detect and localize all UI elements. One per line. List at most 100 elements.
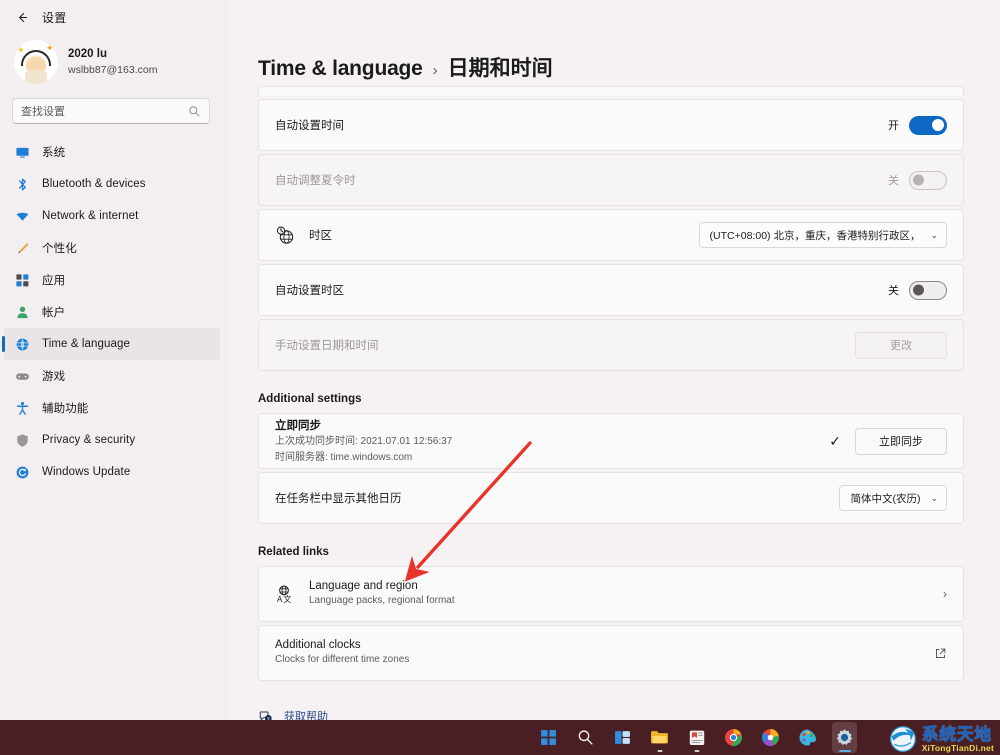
folder-icon (650, 728, 669, 747)
taskbar: 系统天地 XiTongTianDi.net (0, 720, 1000, 755)
notes-app-button[interactable] (684, 722, 709, 753)
setting-row-sync-now[interactable]: 立即同步 上次成功同步时间: 2021.07.01 12:56:37 时间服务器… (258, 413, 964, 469)
chevron-right-icon: › (943, 587, 947, 601)
row-title: 立即同步 (275, 417, 829, 433)
clock-globe-icon (14, 336, 30, 352)
sidebar-item-label: 应用 (42, 272, 65, 288)
sparkle-icon: ✦ (46, 44, 54, 53)
update-icon (14, 464, 30, 480)
apps-icon (14, 272, 30, 288)
last-sync-time: 上次成功同步时间: 2021.07.01 12:56:37 (275, 435, 829, 450)
sidebar-item-windows-update[interactable]: Windows Update (4, 456, 220, 488)
clock-globe-icon (275, 225, 295, 245)
row-title: 在任务栏中显示其他日历 (275, 490, 839, 506)
partial-card-top (258, 86, 964, 96)
widgets-icon (614, 729, 631, 746)
button-label: 立即同步 (879, 433, 923, 449)
sidebar-item-label: Bluetooth & devices (42, 178, 146, 190)
settings-window: 设置 ✦ ✦ 2020 lu wslbb87@163.com 查找设置 (0, 0, 1000, 755)
auto-adjust-dst-toggle (909, 171, 947, 190)
file-explorer-button[interactable] (647, 722, 672, 753)
title-bar: 设置 (0, 0, 228, 34)
search-input[interactable]: 查找设置 (12, 98, 210, 124)
toggle-state-label: 关 (888, 282, 899, 298)
row-subtitle: Clocks for different time zones (275, 653, 934, 668)
gear-icon (835, 728, 854, 747)
sidebar-item-apps[interactable]: 应用 (4, 264, 220, 296)
sidebar-item-gaming[interactable]: 游戏 (4, 360, 220, 392)
related-link-language-and-region[interactable]: A 文 Language and region Language packs, … (258, 566, 964, 622)
change-datetime-button: 更改 (855, 332, 947, 359)
search-placeholder: 查找设置 (21, 103, 188, 119)
settings-button[interactable] (832, 722, 857, 753)
avatar: ✦ ✦ (14, 40, 58, 84)
search-icon (577, 729, 594, 746)
setting-row-auto-set-timezone[interactable]: 自动设置时区 关 (258, 264, 964, 316)
account-email: wslbb87@163.com (68, 63, 157, 77)
settings-scroll-area[interactable]: 自动设置时间 开 自动调整夏令时 关 (228, 86, 1000, 720)
paint-button[interactable] (795, 722, 820, 753)
watermark-logo-icon (889, 725, 917, 753)
paint-palette-icon (798, 728, 817, 747)
auto-set-time-toggle[interactable] (909, 116, 947, 135)
sidebar-item-accessibility[interactable]: 辅助功能 (4, 392, 220, 424)
monitor-icon (14, 144, 30, 160)
extra-calendar-value: 简体中文(农历) (850, 491, 920, 506)
row-title: 手动设置日期和时间 (275, 337, 855, 353)
brush-icon (14, 240, 30, 256)
browser-button[interactable] (758, 722, 783, 753)
watermark-cn-text: 系统天地 (922, 726, 994, 743)
breadcrumb-parent[interactable]: Time & language (258, 57, 423, 81)
time-zone-dropdown[interactable]: (UTC+08:00) 北京，重庆，香港特别行政区， ⌄ (699, 222, 947, 248)
wifi-icon (14, 208, 30, 224)
auto-set-timezone-toggle[interactable] (909, 281, 947, 300)
main-content: Time & language › 日期和时间 自动设置时间 开 自动调整夏令 (228, 0, 1000, 720)
row-title: Language and region (309, 580, 943, 592)
page-title: 日期和时间 (448, 52, 553, 82)
setting-row-manual-set-datetime: 手动设置日期和时间 更改 (258, 319, 964, 371)
breadcrumb-separator: › (433, 62, 438, 79)
related-link-additional-clocks[interactable]: Additional clocks Clocks for different t… (258, 625, 964, 681)
sidebar-item-system[interactable]: 系统 (4, 136, 220, 168)
windows-logo-icon (540, 729, 557, 746)
sidebar-item-accounts[interactable]: 帐户 (4, 296, 220, 328)
sidebar-item-label: Time & language (42, 338, 130, 350)
chrome-button[interactable] (721, 722, 746, 753)
sidebar-item-personalization[interactable]: 个性化 (4, 232, 220, 264)
sidebar-item-network-internet[interactable]: Network & internet (4, 200, 220, 232)
sync-now-button[interactable]: 立即同步 (855, 428, 947, 455)
toggle-state-label: 关 (888, 172, 899, 188)
search-container: 查找设置 (0, 90, 228, 124)
colorful-circle-icon (761, 728, 780, 747)
sidebar-item-label: 游戏 (42, 368, 65, 384)
sidebar-item-time-language[interactable]: Time & language (4, 328, 220, 360)
watermark-en-text: XiTongTianDi.net (922, 744, 994, 753)
search-button[interactable] (573, 722, 598, 753)
setting-row-auto-set-time[interactable]: 自动设置时间 开 (258, 99, 964, 151)
sidebar-item-label: 个性化 (42, 240, 77, 256)
account-card[interactable]: ✦ ✦ 2020 lu wslbb87@163.com (0, 34, 228, 90)
setting-row-time-zone[interactable]: 时区 (UTC+08:00) 北京，重庆，香港特别行政区， ⌄ (258, 209, 964, 261)
row-title: Additional clocks (275, 639, 934, 651)
row-title: 时区 (309, 227, 699, 243)
chevron-down-icon: ⌄ (930, 230, 938, 241)
toggle-state-label: 开 (888, 117, 899, 133)
widgets-button[interactable] (610, 722, 635, 753)
red-app-icon (688, 729, 706, 747)
app-title: 设置 (42, 9, 66, 26)
search-icon (188, 105, 201, 118)
watermark: 系统天地 XiTongTianDi.net (889, 725, 994, 753)
additional-settings-heading: Additional settings (258, 393, 1000, 405)
gamepad-icon (14, 368, 30, 384)
sidebar-item-privacy-security[interactable]: Privacy & security (4, 424, 220, 456)
sidebar-item-bluetooth-devices[interactable]: Bluetooth & devices (4, 168, 220, 200)
start-button[interactable] (536, 722, 561, 753)
extra-calendar-dropdown[interactable]: 简体中文(农历) ⌄ (839, 485, 947, 511)
setting-row-extra-calendar[interactable]: 在任务栏中显示其他日历 简体中文(农历) ⌄ (258, 472, 964, 524)
row-title: 自动设置时间 (275, 117, 888, 133)
language-globe-icon: A 文 (275, 584, 295, 604)
back-arrow-icon[interactable] (8, 3, 36, 31)
row-title: 自动设置时区 (275, 282, 888, 298)
account-name: 2020 lu (68, 47, 157, 63)
svg-text:文: 文 (283, 594, 291, 604)
